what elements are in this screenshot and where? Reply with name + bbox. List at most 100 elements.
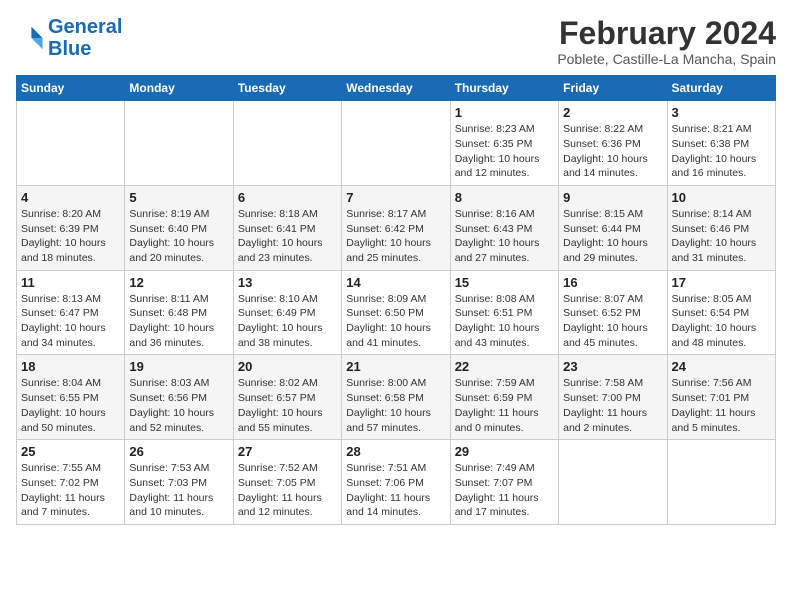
cell-day-number: 6 xyxy=(238,190,337,205)
cell-info: Sunrise: 7:59 AM Sunset: 6:59 PM Dayligh… xyxy=(455,376,554,435)
cell-info: Sunrise: 7:51 AM Sunset: 7:06 PM Dayligh… xyxy=(346,461,445,520)
calendar-cell: 24 Sunrise: 7:56 AM Sunset: 7:01 PM Dayli… xyxy=(667,355,775,440)
cell-day-number: 16 xyxy=(563,275,662,290)
calendar-cell: 3 Sunrise: 8:21 AM Sunset: 6:38 PM Daylig… xyxy=(667,101,775,186)
logo-line2: Blue xyxy=(48,38,91,60)
calendar-cell: 10 Sunrise: 8:14 AM Sunset: 6:46 PM Dayli… xyxy=(667,185,775,270)
cell-info: Sunrise: 7:58 AM Sunset: 7:00 PM Dayligh… xyxy=(563,376,662,435)
cell-info: Sunrise: 8:15 AM Sunset: 6:44 PM Dayligh… xyxy=(563,207,662,266)
title-block: February 2024 Poblete, Castille-La Manch… xyxy=(557,16,776,67)
cell-info: Sunrise: 8:19 AM Sunset: 6:40 PM Dayligh… xyxy=(129,207,228,266)
cell-day-number: 3 xyxy=(672,105,771,120)
day-header-monday: Monday xyxy=(125,76,233,101)
cell-day-number: 5 xyxy=(129,190,228,205)
cell-info: Sunrise: 8:05 AM Sunset: 6:54 PM Dayligh… xyxy=(672,292,771,351)
cell-day-number: 8 xyxy=(455,190,554,205)
cell-info: Sunrise: 8:20 AM Sunset: 6:39 PM Dayligh… xyxy=(21,207,120,266)
calendar-cell: 6 Sunrise: 8:18 AM Sunset: 6:41 PM Daylig… xyxy=(233,185,341,270)
calendar-cell: 20 Sunrise: 8:02 AM Sunset: 6:57 PM Dayli… xyxy=(233,355,341,440)
cell-day-number: 25 xyxy=(21,444,120,459)
cell-day-number: 20 xyxy=(238,359,337,374)
cell-info: Sunrise: 8:02 AM Sunset: 6:57 PM Dayligh… xyxy=(238,376,337,435)
day-header-friday: Friday xyxy=(559,76,667,101)
calendar-cell: 21 Sunrise: 8:00 AM Sunset: 6:58 PM Dayli… xyxy=(342,355,450,440)
calendar-cell: 19 Sunrise: 8:03 AM Sunset: 6:56 PM Dayli… xyxy=(125,355,233,440)
calendar-cell xyxy=(17,101,125,186)
cell-info: Sunrise: 8:13 AM Sunset: 6:47 PM Dayligh… xyxy=(21,292,120,351)
calendar-cell: 2 Sunrise: 8:22 AM Sunset: 6:36 PM Daylig… xyxy=(559,101,667,186)
logo-line1: General xyxy=(48,16,122,38)
header-row: SundayMondayTuesdayWednesdayThursdayFrid… xyxy=(17,76,776,101)
cell-day-number: 10 xyxy=(672,190,771,205)
cell-info: Sunrise: 8:16 AM Sunset: 6:43 PM Dayligh… xyxy=(455,207,554,266)
subtitle: Poblete, Castille-La Mancha, Spain xyxy=(557,51,776,67)
calendar-cell: 28 Sunrise: 7:51 AM Sunset: 7:06 PM Dayli… xyxy=(342,440,450,525)
calendar-cell: 14 Sunrise: 8:09 AM Sunset: 6:50 PM Dayli… xyxy=(342,270,450,355)
calendar-cell: 25 Sunrise: 7:55 AM Sunset: 7:02 PM Dayli… xyxy=(17,440,125,525)
cell-info: Sunrise: 8:07 AM Sunset: 6:52 PM Dayligh… xyxy=(563,292,662,351)
calendar-cell xyxy=(233,101,341,186)
cell-info: Sunrise: 7:56 AM Sunset: 7:01 PM Dayligh… xyxy=(672,376,771,435)
cell-info: Sunrise: 8:14 AM Sunset: 6:46 PM Dayligh… xyxy=(672,207,771,266)
day-header-tuesday: Tuesday xyxy=(233,76,341,101)
calendar-cell xyxy=(342,101,450,186)
cell-day-number: 13 xyxy=(238,275,337,290)
calendar-cell: 7 Sunrise: 8:17 AM Sunset: 6:42 PM Daylig… xyxy=(342,185,450,270)
cell-info: Sunrise: 8:21 AM Sunset: 6:38 PM Dayligh… xyxy=(672,122,771,181)
cell-info: Sunrise: 8:11 AM Sunset: 6:48 PM Dayligh… xyxy=(129,292,228,351)
calendar-cell: 12 Sunrise: 8:11 AM Sunset: 6:48 PM Dayli… xyxy=(125,270,233,355)
cell-info: Sunrise: 8:04 AM Sunset: 6:55 PM Dayligh… xyxy=(21,376,120,435)
cell-day-number: 18 xyxy=(21,359,120,374)
calendar-header: SundayMondayTuesdayWednesdayThursdayFrid… xyxy=(17,76,776,101)
cell-day-number: 14 xyxy=(346,275,445,290)
cell-day-number: 29 xyxy=(455,444,554,459)
calendar-cell: 22Sunrise: 7:59 AM Sunset: 6:59 PM Dayli… xyxy=(450,355,558,440)
cell-info: Sunrise: 7:52 AM Sunset: 7:05 PM Dayligh… xyxy=(238,461,337,520)
cell-day-number: 4 xyxy=(21,190,120,205)
cell-day-number: 24 xyxy=(672,359,771,374)
main-title: February 2024 xyxy=(557,16,776,51)
calendar-cell: 27 Sunrise: 7:52 AM Sunset: 7:05 PM Dayli… xyxy=(233,440,341,525)
calendar-cell: 18 Sunrise: 8:04 AM Sunset: 6:55 PM Dayli… xyxy=(17,355,125,440)
cell-info: Sunrise: 8:10 AM Sunset: 6:49 PM Dayligh… xyxy=(238,292,337,351)
day-header-thursday: Thursday xyxy=(450,76,558,101)
logo-text: General Blue xyxy=(48,16,122,60)
calendar-cell: 17 Sunrise: 8:05 AM Sunset: 6:54 PM Dayli… xyxy=(667,270,775,355)
cell-info: Sunrise: 8:08 AM Sunset: 6:51 PM Dayligh… xyxy=(455,292,554,351)
cell-day-number: 17 xyxy=(672,275,771,290)
cell-day-number: 28 xyxy=(346,444,445,459)
calendar-cell: 26Sunrise: 7:53 AM Sunset: 7:03 PM Dayli… xyxy=(125,440,233,525)
calendar-cell: 13 Sunrise: 8:10 AM Sunset: 6:49 PM Dayli… xyxy=(233,270,341,355)
calendar-body: 1Sunrise: 8:23 AM Sunset: 6:35 PM Daylig… xyxy=(17,101,776,525)
cell-info: Sunrise: 8:03 AM Sunset: 6:56 PM Dayligh… xyxy=(129,376,228,435)
cell-day-number: 2 xyxy=(563,105,662,120)
day-header-sunday: Sunday xyxy=(17,76,125,101)
week-row-1: 1Sunrise: 8:23 AM Sunset: 6:35 PM Daylig… xyxy=(17,101,776,186)
cell-info: Sunrise: 8:18 AM Sunset: 6:41 PM Dayligh… xyxy=(238,207,337,266)
cell-info: Sunrise: 8:00 AM Sunset: 6:58 PM Dayligh… xyxy=(346,376,445,435)
cell-day-number: 21 xyxy=(346,359,445,374)
cell-info: Sunrise: 7:55 AM Sunset: 7:02 PM Dayligh… xyxy=(21,461,120,520)
logo-icon xyxy=(16,24,44,52)
calendar-cell xyxy=(667,440,775,525)
cell-day-number: 7 xyxy=(346,190,445,205)
cell-info: Sunrise: 8:22 AM Sunset: 6:36 PM Dayligh… xyxy=(563,122,662,181)
cell-day-number: 12 xyxy=(129,275,228,290)
cell-day-number: 15 xyxy=(455,275,554,290)
cell-info: Sunrise: 7:49 AM Sunset: 7:07 PM Dayligh… xyxy=(455,461,554,520)
cell-info: Sunrise: 8:23 AM Sunset: 6:35 PM Dayligh… xyxy=(455,122,554,181)
cell-day-number: 9 xyxy=(563,190,662,205)
cell-day-number: 27 xyxy=(238,444,337,459)
calendar-cell: 9 Sunrise: 8:15 AM Sunset: 6:44 PM Daylig… xyxy=(559,185,667,270)
calendar-cell: 29 Sunrise: 7:49 AM Sunset: 7:07 PM Dayli… xyxy=(450,440,558,525)
week-row-3: 11Sunrise: 8:13 AM Sunset: 6:47 PM Dayli… xyxy=(17,270,776,355)
cell-info: Sunrise: 8:09 AM Sunset: 6:50 PM Dayligh… xyxy=(346,292,445,351)
day-header-wednesday: Wednesday xyxy=(342,76,450,101)
week-row-2: 4 Sunrise: 8:20 AM Sunset: 6:39 PM Daylig… xyxy=(17,185,776,270)
calendar-table: SundayMondayTuesdayWednesdayThursdayFrid… xyxy=(16,75,776,525)
cell-info: Sunrise: 8:17 AM Sunset: 6:42 PM Dayligh… xyxy=(346,207,445,266)
calendar-cell: 4 Sunrise: 8:20 AM Sunset: 6:39 PM Daylig… xyxy=(17,185,125,270)
calendar-cell xyxy=(125,101,233,186)
calendar-cell: 11Sunrise: 8:13 AM Sunset: 6:47 PM Dayli… xyxy=(17,270,125,355)
cell-day-number: 19 xyxy=(129,359,228,374)
